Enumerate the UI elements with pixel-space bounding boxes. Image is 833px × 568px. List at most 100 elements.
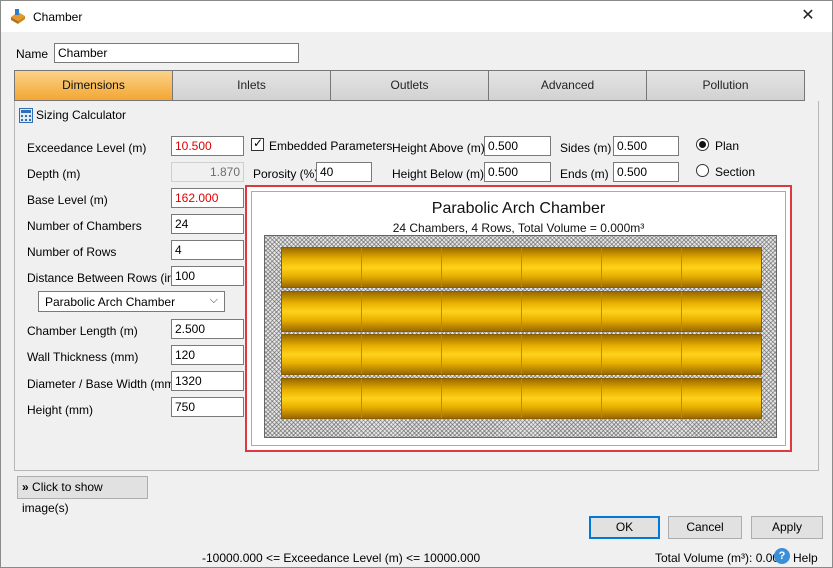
chamber-unit: [602, 379, 682, 419]
preview-subtitle: 24 Chambers, 4 Rows, Total Volume = 0.00…: [392, 221, 645, 235]
porosity-label: Porosity (%): [253, 167, 319, 181]
number-of-rows-label: Number of Rows: [27, 245, 117, 259]
embedded-parameters-label: Embedded Parameters: [269, 139, 393, 153]
close-icon[interactable]: ✕: [788, 2, 828, 30]
chamber-unit: [282, 248, 362, 287]
plan-radio[interactable]: [696, 138, 709, 151]
ends-label: Ends (m): [560, 167, 609, 181]
chamber-unit: [522, 335, 602, 375]
chamber-unit: [362, 291, 442, 331]
height-label: Height (mm): [27, 403, 94, 417]
chamber-dialog: Chamber ✕ Name Chamber Dimensions Inlets…: [0, 0, 833, 568]
calculator-icon: [19, 108, 33, 123]
chamber-unit: [362, 335, 442, 375]
help-link[interactable]: Help: [793, 551, 818, 565]
sizing-calculator-label: Sizing Calculator: [36, 108, 127, 122]
tab-pollution[interactable]: Pollution: [647, 71, 804, 100]
section-radio[interactable]: [696, 164, 709, 177]
preview-canvas: Parabolic Arch Chamber 24 Chambers, 4 Ro…: [251, 191, 786, 446]
name-label: Name: [16, 47, 49, 61]
chamber-unit: [682, 335, 761, 374]
plan-label: Plan: [715, 139, 740, 153]
tab-outlets[interactable]: Outlets: [331, 71, 489, 100]
window-title: Chamber: [33, 10, 83, 24]
exceedance-level-label: Exceedance Level (m): [27, 141, 147, 155]
gravel-bed: [264, 235, 777, 438]
depth-label: Depth (m): [27, 167, 81, 181]
chamber-unit: [362, 379, 442, 419]
chamber-unit: [282, 335, 362, 375]
chamber-unit: [442, 248, 522, 287]
tab-dimensions[interactable]: Dimensions: [15, 71, 173, 100]
height-input[interactable]: 750: [171, 397, 244, 417]
chamber-unit: [442, 379, 522, 419]
chamber-unit: [362, 248, 442, 287]
chamber-row: [281, 247, 762, 288]
embedded-parameters-checkbox[interactable]: ✓: [251, 136, 264, 151]
tab-advanced[interactable]: Advanced: [489, 71, 647, 100]
depth-input: 1.870: [171, 162, 244, 182]
chamber-unit: [442, 335, 522, 375]
tab-inlets[interactable]: Inlets: [173, 71, 331, 100]
app-icon: [11, 9, 25, 24]
sides-label: Sides (m): [560, 141, 612, 155]
diameter-base-width-input[interactable]: 1320: [171, 371, 244, 391]
height-above-label: Height Above (m): [392, 141, 485, 155]
chamber-preview: Parabolic Arch Chamber 24 Chambers, 4 Ro…: [245, 185, 792, 452]
chamber-unit: [682, 248, 761, 287]
chamber-unit: [442, 291, 522, 331]
chamber-type-select[interactable]: Parabolic Arch Chamber ⌵: [38, 291, 225, 312]
chamber-unit: [682, 292, 761, 331]
chamber-unit: [602, 248, 682, 287]
radio-selected-dot: [699, 141, 706, 148]
number-of-chambers-input[interactable]: 24: [171, 214, 244, 234]
show-images-label: Click to show image(s): [22, 480, 103, 515]
range-status-text: -10000.000 <= Exceedance Level (m) <= 10…: [202, 551, 481, 565]
apply-button[interactable]: Apply: [751, 516, 823, 539]
distance-between-rows-label: Distance Between Rows (in): [27, 271, 178, 285]
preview-title: Parabolic Arch Chamber: [431, 200, 606, 217]
base-level-label: Base Level (m): [27, 193, 108, 207]
number-of-chambers-label: Number of Chambers: [27, 219, 142, 233]
checkmark-icon: ✓: [253, 136, 264, 150]
wall-thickness-input[interactable]: 120: [171, 345, 244, 365]
chamber-unit: [522, 248, 602, 287]
sizing-calculator-link[interactable]: Sizing Calculator: [19, 107, 224, 125]
section-label: Section: [715, 165, 756, 179]
chamber-row: [281, 334, 762, 376]
distance-between-rows-input[interactable]: 100: [171, 266, 244, 286]
chamber-unit: [522, 291, 602, 331]
name-input[interactable]: Chamber: [54, 43, 299, 63]
exceedance-level-input[interactable]: 10.500: [171, 136, 244, 156]
chamber-unit: [682, 379, 761, 418]
sides-input[interactable]: 0.500: [613, 136, 679, 156]
height-below-input[interactable]: 0.500: [484, 162, 551, 182]
chamber-row: [281, 378, 762, 420]
number-of-rows-input[interactable]: 4: [171, 240, 244, 260]
chamber-length-label: Chamber Length (m): [27, 324, 138, 338]
double-chevron-down-icon: »: [22, 480, 29, 494]
chamber-row: [281, 290, 762, 332]
chevron-down-icon: ⌵: [209, 294, 218, 306]
ok-button[interactable]: OK: [589, 516, 660, 539]
title-bar: Chamber ✕: [1, 1, 832, 32]
height-below-label: Height Below (m): [392, 167, 485, 181]
total-volume-text: Total Volume (m³): 0.000: [655, 551, 786, 565]
base-level-input[interactable]: 162.000: [171, 188, 244, 208]
chamber-unit: [522, 379, 602, 419]
show-images-button[interactable]: » Click to show image(s): [17, 476, 148, 515]
wall-thickness-label: Wall Thickness (mm): [27, 350, 139, 364]
chamber-unit: [602, 291, 682, 331]
height-above-input[interactable]: 0.500: [484, 136, 551, 156]
diameter-base-width-label: Diameter / Base Width (mm): [27, 377, 179, 391]
ends-input[interactable]: 0.500: [613, 162, 679, 182]
tab-bar: Dimensions Inlets Outlets Advanced Pollu…: [14, 70, 805, 101]
chamber-type-value: Parabolic Arch Chamber: [45, 295, 176, 309]
chamber-unit: [282, 379, 362, 419]
cancel-button[interactable]: Cancel: [668, 516, 742, 539]
chamber-unit: [282, 291, 362, 331]
porosity-input[interactable]: 40: [316, 162, 372, 182]
chamber-length-input[interactable]: 2.500: [171, 319, 244, 339]
help-icon[interactable]: ?: [774, 548, 790, 564]
chamber-unit: [602, 335, 682, 375]
